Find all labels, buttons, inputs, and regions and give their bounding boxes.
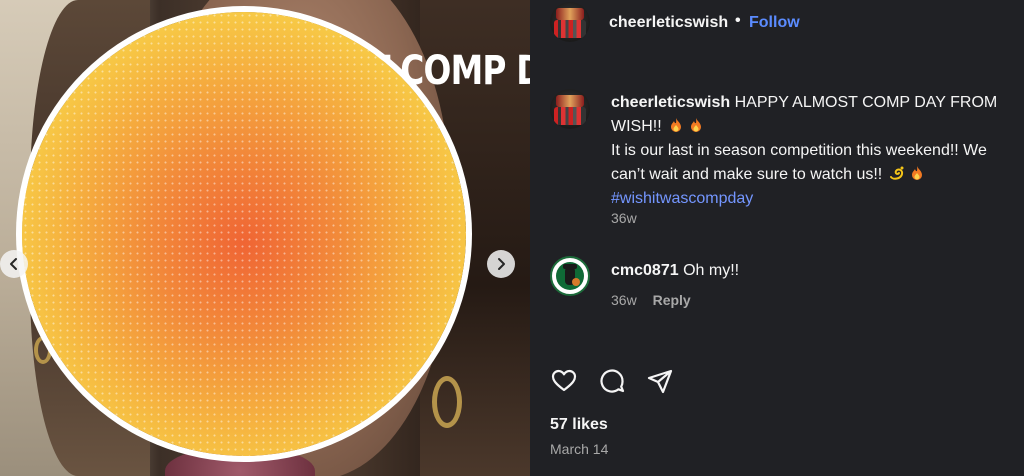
share-button[interactable] [646, 365, 686, 397]
previous-media-button[interactable] [0, 250, 28, 278]
comment-text: Oh my!! [683, 262, 740, 279]
caption-line-2: It is our last in season competition thi… [611, 142, 987, 183]
comment-username[interactable]: cmc0871 [611, 262, 679, 279]
like-button[interactable] [550, 365, 590, 397]
comment-button[interactable] [598, 365, 638, 397]
share-icon [647, 369, 673, 394]
caption-hashtag-link[interactable]: #wishitwascompday [611, 190, 753, 207]
fire-emoji-icon [691, 118, 702, 132]
follow-button[interactable]: Follow [749, 14, 800, 32]
avatar-graphic-top [556, 8, 584, 20]
next-media-button[interactable] [487, 250, 515, 278]
caption-author-avatar[interactable] [550, 89, 590, 129]
post-side-panel: cheerleticswish • Follow cheerleticswish… [530, 0, 1024, 476]
chevron-right-icon [498, 258, 505, 270]
comment-item: cmc0871 Oh my!! [611, 260, 739, 282]
author-username[interactable]: cheerleticswish [609, 14, 728, 32]
comment-icon [600, 369, 625, 393]
commenter-avatar[interactable] [550, 256, 590, 296]
comment-age[interactable]: 36w [611, 292, 637, 308]
avatar-graphic-crowd [554, 107, 586, 125]
author-avatar[interactable] [550, 2, 590, 42]
avatar-graphic-ball [572, 278, 580, 286]
header-separator: • [735, 12, 741, 29]
chevron-left-icon [10, 258, 17, 270]
reply-button[interactable]: Reply [653, 292, 691, 308]
fire-emoji-icon [671, 118, 682, 132]
comment-meta: 36w Reply [611, 292, 691, 308]
face-blur-overlay [22, 12, 466, 456]
dizzy-emoji-icon [889, 166, 904, 180]
earring-right [432, 376, 462, 428]
fire-emoji-icon [911, 166, 922, 180]
likes-count[interactable]: 57 likes [550, 416, 608, 434]
caption-username[interactable]: cheerleticswish [611, 94, 730, 111]
avatar-graphic-top [556, 95, 584, 107]
heart-icon [551, 369, 577, 392]
action-bar [550, 365, 686, 397]
avatar-graphic-crowd [554, 20, 586, 38]
post-media[interactable]: ALMOST COMP DAY [0, 0, 530, 476]
post-date[interactable]: March 14 [550, 441, 608, 457]
caption-age[interactable]: 36w [611, 210, 637, 226]
post-caption: cheerleticswish HAPPY ALMOST COMP DAY FR… [611, 91, 1021, 211]
post-viewer: ALMOST COMP DAY cheerleticswish • Follow [0, 0, 1024, 476]
caption-meta: 36w [611, 210, 637, 226]
